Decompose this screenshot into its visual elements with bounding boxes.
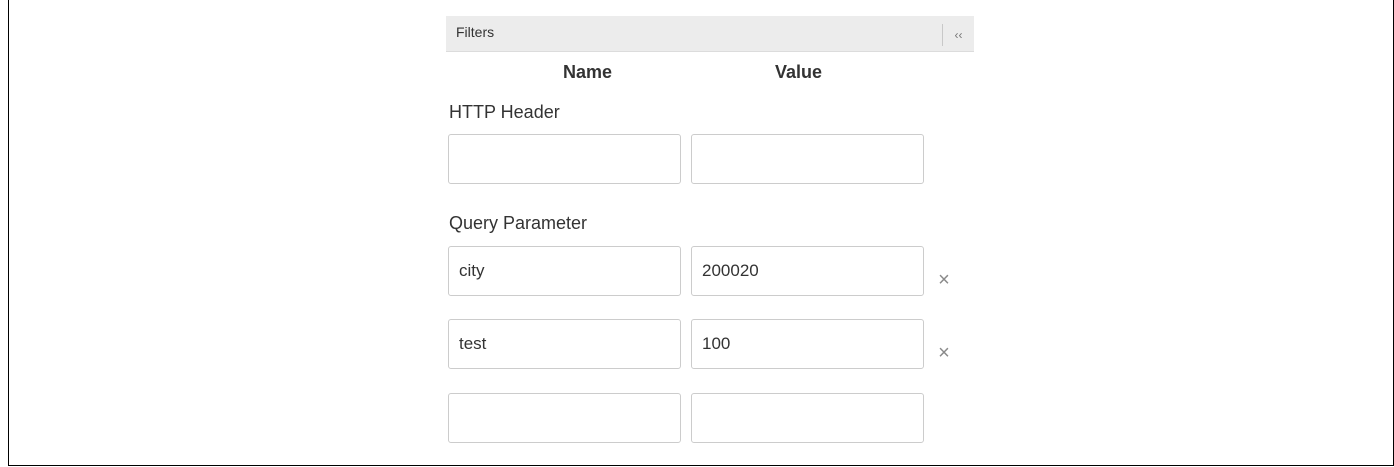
http-header-label: HTTP Header	[449, 102, 560, 122]
column-header-name: Name	[563, 62, 613, 82]
query-param-name-input[interactable]	[448, 246, 681, 296]
query-param-name-input[interactable]	[448, 319, 681, 369]
collapse-panel-icon[interactable]: ‹‹	[942, 24, 974, 46]
query-param-name-input[interactable]	[448, 393, 681, 443]
panel-header: Filters ‹‹	[446, 16, 974, 52]
query-param-value-input[interactable]	[691, 319, 924, 369]
http-header-name-input[interactable]	[448, 134, 681, 184]
query-param-value-input[interactable]	[691, 393, 924, 443]
panel-title: Filters	[456, 24, 495, 40]
column-header-value: Value	[775, 62, 823, 82]
remove-row-close-icon[interactable]: ×	[934, 343, 954, 363]
query-param-value-input[interactable]	[691, 246, 924, 296]
remove-row-close-icon[interactable]: ×	[934, 270, 954, 290]
query-parameter-label: Query Parameter	[449, 213, 588, 233]
http-header-value-input[interactable]	[691, 134, 924, 184]
